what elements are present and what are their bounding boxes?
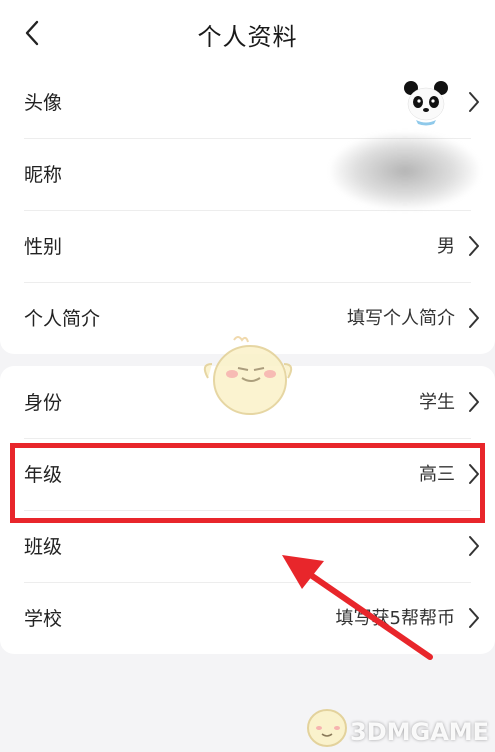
nickname-label: 昵称 — [24, 164, 63, 186]
chevron-right-icon — [469, 536, 479, 556]
profile-basic-section: 头像 昵称 性别 男 个人简介 填写个人简介 — [0, 66, 495, 354]
chevron-right-icon — [469, 392, 479, 412]
panda-avatar-icon[interactable] — [401, 78, 451, 128]
page-title: 个人资料 — [197, 23, 298, 51]
identity-label: 身份 — [24, 392, 63, 414]
bio-label: 个人简介 — [24, 308, 101, 330]
blurred-nickname-overlay — [330, 132, 480, 210]
chevron-right-icon — [469, 608, 479, 628]
avatar-row[interactable]: 头像 — [0, 66, 495, 138]
gender-value: 男 — [437, 236, 455, 257]
school-label: 学校 — [24, 608, 63, 630]
chick-logo-watermark-icon — [307, 709, 347, 747]
chevron-right-icon — [469, 92, 479, 112]
avatar-label: 头像 — [24, 92, 63, 114]
class-label: 班级 — [24, 536, 63, 558]
chevron-right-icon — [469, 236, 479, 256]
top-nav-bar: 个人资料 — [0, 0, 495, 66]
pointer-arrow-icon — [282, 555, 433, 660]
grade-highlight-box — [10, 443, 485, 523]
chick-mascot-watermark-icon — [203, 336, 293, 415]
gender-row[interactable]: 性别 男 — [0, 210, 495, 282]
bio-value: 填写个人简介 — [347, 308, 455, 329]
identity-value: 学生 — [419, 392, 455, 413]
chevron-right-icon — [469, 308, 479, 328]
gender-label: 性别 — [24, 236, 63, 258]
watermark-text: 3DMGAME — [350, 718, 490, 746]
